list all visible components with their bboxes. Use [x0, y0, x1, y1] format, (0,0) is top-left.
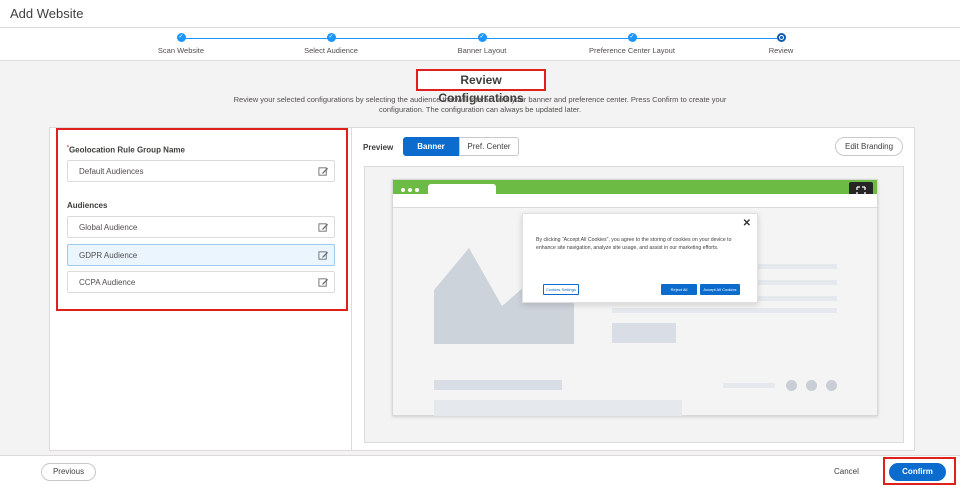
step-label: Banner Layout [457, 46, 507, 55]
browser-mockup: ✕ By clicking “Accept All Cookies”, you … [392, 179, 878, 416]
placeholder-line [612, 308, 837, 313]
group-name-value: Default Audiences [79, 167, 144, 176]
previous-button[interactable]: Previous [41, 463, 96, 481]
edit-icon[interactable] [318, 166, 329, 177]
main-content: Review Configurations Review your select… [0, 61, 960, 455]
placeholder-block [434, 400, 682, 416]
audience-column: *Geolocation Rule Group Name Default Aud… [50, 128, 352, 450]
check-icon: ✓ [477, 33, 487, 42]
preview-canvas: ✕ By clicking “Accept All Cookies”, you … [364, 166, 904, 443]
step-banner-layout[interactable]: ✓ Banner Layout [422, 33, 542, 55]
cancel-button[interactable]: Cancel [834, 467, 859, 476]
footer-bar: Previous Cancel Confirm [0, 455, 960, 487]
placeholder-dot [806, 380, 817, 391]
placeholder-dot [786, 380, 797, 391]
close-icon[interactable]: ✕ [743, 218, 751, 229]
group-name-field[interactable]: Default Audiences [67, 160, 335, 182]
review-panel: *Geolocation Rule Group Name Default Aud… [49, 127, 915, 451]
window-dots-icon [401, 185, 422, 194]
step-label: Review [768, 46, 794, 55]
placeholder-line [749, 280, 837, 285]
progress-stepper: ✓ Scan Website ✓ Select Audience ✓ Banne… [0, 28, 960, 61]
page-description: Review your selected configurations by s… [233, 95, 727, 114]
tab-banner[interactable]: Banner [403, 137, 459, 156]
step-select-audience[interactable]: ✓ Select Audience [271, 33, 391, 55]
audience-label: Global Audience [79, 223, 138, 232]
step-label: Preference Center Layout [589, 46, 675, 55]
placeholder-line [749, 264, 837, 269]
placeholder-dot [826, 380, 837, 391]
step-label: Select Audience [304, 46, 358, 55]
placeholder-heading [434, 380, 562, 390]
group-name-label-text: Geolocation Rule Group Name [68, 145, 185, 155]
tab-pref-center[interactable]: Pref. Center [459, 137, 519, 156]
cookie-banner-preview: ✕ By clicking “Accept All Cookies”, you … [522, 213, 758, 303]
browser-bar [393, 180, 877, 200]
reject-all-button[interactable]: Reject All [661, 284, 697, 295]
step-label: Scan Website [157, 46, 205, 55]
group-name-label: *Geolocation Rule Group Name [67, 145, 185, 155]
placeholder-line [723, 383, 775, 388]
current-step-icon [776, 33, 786, 42]
check-icon: ✓ [627, 33, 637, 42]
accept-all-cookies-button[interactable]: Accept All Cookies [700, 284, 740, 295]
step-preference-center-layout[interactable]: ✓ Preference Center Layout [572, 33, 692, 55]
confirm-button[interactable]: Confirm [889, 463, 946, 481]
window-title: Add Website [10, 6, 84, 21]
check-icon: ✓ [176, 33, 186, 42]
audience-item-global[interactable]: Global Audience [67, 216, 335, 238]
cookies-settings-button[interactable]: Cookies Settings [543, 284, 579, 295]
page-title: Review Configurations [416, 69, 546, 105]
placeholder-button [612, 323, 676, 343]
check-icon: ✓ [326, 33, 336, 42]
preview-column: Preview Banner Pref. Center Edit Brandin… [353, 128, 915, 450]
audiences-label: Audiences [67, 201, 108, 210]
edit-icon[interactable] [318, 277, 329, 288]
audience-item-ccpa[interactable]: CCPA Audience [67, 271, 335, 293]
audience-label: CCPA Audience [79, 278, 136, 287]
preview-label: Preview [363, 143, 394, 152]
edit-icon[interactable] [318, 222, 329, 233]
title-bar: Add Website [0, 0, 960, 28]
edit-branding-button[interactable]: Edit Branding [835, 137, 903, 156]
step-scan-website[interactable]: ✓ Scan Website [121, 33, 241, 55]
cookie-banner-text: By clicking “Accept All Cookies”, you ag… [536, 237, 732, 251]
edit-icon[interactable] [318, 250, 329, 261]
step-review[interactable]: Review [721, 33, 841, 55]
audience-item-gdpr[interactable]: GDPR Audience [67, 244, 335, 266]
audience-label: GDPR Audience [79, 251, 138, 260]
address-bar [393, 194, 877, 208]
